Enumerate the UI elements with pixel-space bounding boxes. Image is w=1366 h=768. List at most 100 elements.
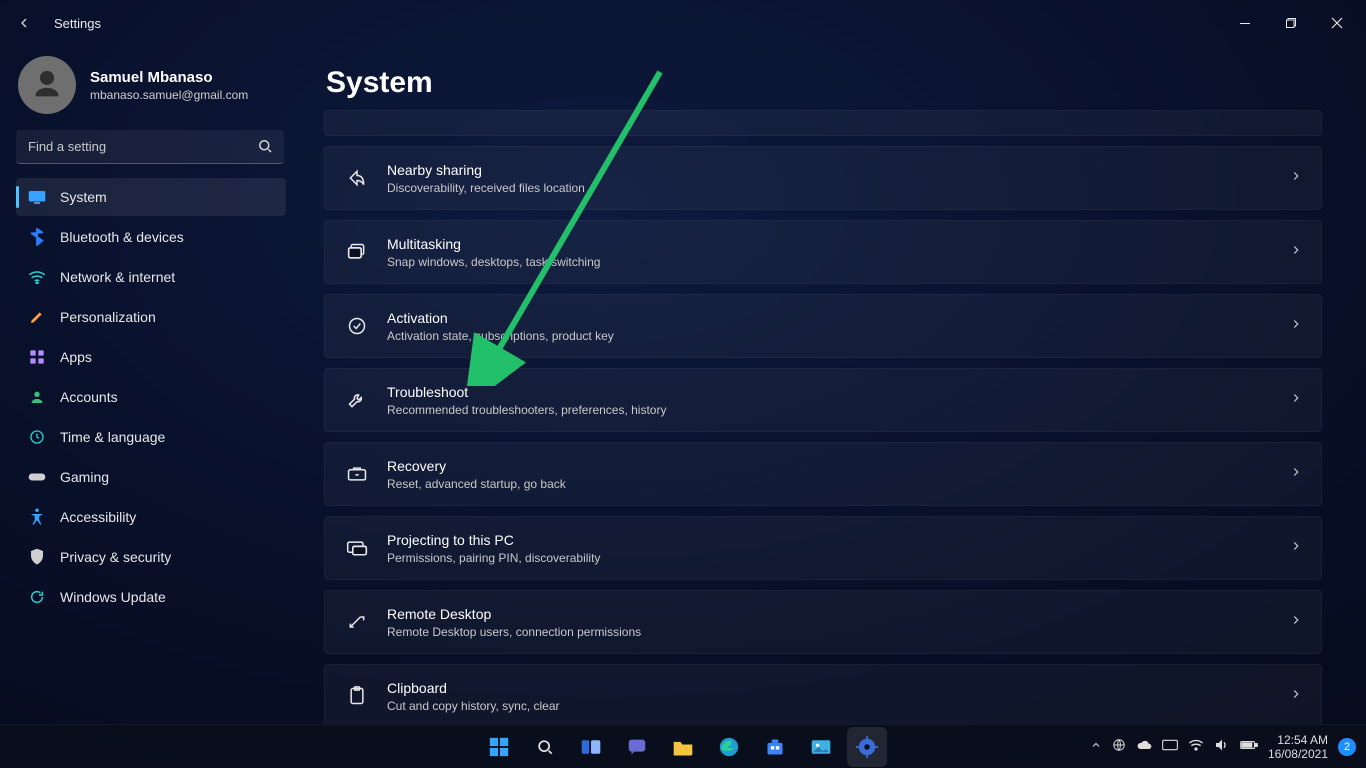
- sidebar-item-label: Time & language: [60, 429, 165, 445]
- card-title: Multitasking: [387, 236, 1289, 252]
- sidebar-item-label: Windows Update: [60, 589, 166, 605]
- wifi-icon[interactable]: [1188, 739, 1204, 754]
- close-icon: [1331, 17, 1343, 29]
- sidebar-item-personalization[interactable]: Personalization: [16, 298, 286, 336]
- chat-button[interactable]: [617, 727, 657, 767]
- chat-icon: [626, 736, 648, 758]
- settings-window: Settings Samuel Mbanaso mbanaso.sa: [0, 0, 1366, 768]
- display-icon: [28, 188, 46, 206]
- sidebar-item-privacy[interactable]: Privacy & security: [16, 538, 286, 576]
- sidebar-item-label: Accessibility: [60, 509, 136, 525]
- edge-button[interactable]: [709, 727, 749, 767]
- system-item-nearby[interactable]: Nearby sharing Discoverability, received…: [324, 146, 1322, 210]
- sidebar-item-network[interactable]: Network & internet: [16, 258, 286, 296]
- system-item-multitasking[interactable]: Multitasking Snap windows, desktops, tas…: [324, 220, 1322, 284]
- search-input[interactable]: [16, 130, 284, 164]
- sync-icon: [28, 588, 46, 606]
- folder-icon: [672, 738, 694, 756]
- chevron-right-icon: [1289, 391, 1303, 410]
- card-desc: Snap windows, desktops, task switching: [387, 255, 1289, 269]
- card-title: Troubleshoot: [387, 384, 1289, 400]
- task-view-button[interactable]: [571, 727, 611, 767]
- tray-clock[interactable]: 12:54 AM 16/08/2021: [1268, 733, 1328, 761]
- taskbar: 12:54 AM 16/08/2021 2: [0, 724, 1366, 768]
- tray-time: 12:54 AM: [1268, 733, 1328, 747]
- sidebar-item-accessibility[interactable]: Accessibility: [16, 498, 286, 536]
- search-icon: [256, 137, 274, 160]
- avatar: [18, 56, 76, 114]
- back-button[interactable]: [8, 7, 40, 39]
- profile-name: Samuel Mbanaso: [90, 69, 248, 86]
- file-explorer-button[interactable]: [663, 727, 703, 767]
- sidebar-item-apps[interactable]: Apps: [16, 338, 286, 376]
- system-item-activation[interactable]: Activation Activation state, subscriptio…: [324, 294, 1322, 358]
- battery-icon[interactable]: [1240, 739, 1258, 754]
- tray-date: 16/08/2021: [1268, 747, 1328, 761]
- sidebar-item-time[interactable]: Time & language: [16, 418, 286, 456]
- system-item-clipboard[interactable]: Clipboard Cut and copy history, sync, cl…: [324, 664, 1322, 724]
- shield-icon: [28, 548, 46, 566]
- sidebar-nav: System Bluetooth & devices Network & int…: [16, 178, 286, 616]
- system-item-remote[interactable]: Remote Desktop Remote Desktop users, con…: [324, 590, 1322, 654]
- tray-language-icon[interactable]: [1112, 738, 1126, 755]
- page-title: System: [326, 66, 1322, 100]
- projecting-icon: [343, 539, 371, 557]
- chevron-right-icon: [1289, 317, 1303, 336]
- notifications-badge[interactable]: 2: [1338, 738, 1356, 756]
- clipboard-icon: [343, 686, 371, 706]
- main: System Nearby sharing Discoverability, r…: [300, 46, 1366, 724]
- sidebar-item-system[interactable]: System: [16, 178, 286, 216]
- task-view-icon: [580, 738, 602, 756]
- person-icon: [30, 68, 64, 102]
- gaming-icon: [28, 468, 46, 486]
- system-item-recovery[interactable]: Recovery Reset, advanced startup, go bac…: [324, 442, 1322, 506]
- card-texts: Remote Desktop Remote Desktop users, con…: [387, 606, 1289, 639]
- start-button[interactable]: [479, 727, 519, 767]
- card-texts: Nearby sharing Discoverability, received…: [387, 162, 1289, 195]
- volume-icon[interactable]: [1214, 738, 1230, 755]
- arrow-left-icon: [16, 15, 32, 31]
- card-desc: Remote Desktop users, connection permiss…: [387, 625, 1289, 639]
- onedrive-icon[interactable]: [1136, 739, 1152, 754]
- keyboard-icon[interactable]: [1162, 739, 1178, 754]
- sidebar-item-update[interactable]: Windows Update: [16, 578, 286, 616]
- close-button[interactable]: [1314, 7, 1360, 39]
- taskbar-search-button[interactable]: [525, 727, 565, 767]
- sidebar-item-bluetooth[interactable]: Bluetooth & devices: [16, 218, 286, 256]
- maximize-icon: [1285, 17, 1297, 29]
- system-item-partial-top[interactable]: [324, 110, 1322, 136]
- taskbar-center: [479, 727, 887, 767]
- maximize-button[interactable]: [1268, 7, 1314, 39]
- sidebar-item-accounts[interactable]: Accounts: [16, 378, 286, 416]
- titlebar: Settings: [0, 0, 1366, 46]
- system-list[interactable]: Nearby sharing Discoverability, received…: [324, 110, 1322, 724]
- clock-icon: [28, 428, 46, 446]
- chevron-up-icon[interactable]: [1090, 739, 1102, 754]
- sidebar-item-label: Apps: [60, 349, 92, 365]
- store-button[interactable]: [755, 727, 795, 767]
- chevron-right-icon: [1289, 613, 1303, 632]
- sidebar-item-label: Network & internet: [60, 269, 175, 285]
- system-item-projecting[interactable]: Projecting to this PC Permissions, pairi…: [324, 516, 1322, 580]
- remote-desktop-icon: [343, 613, 371, 631]
- chevron-right-icon: [1289, 687, 1303, 706]
- card-title: Activation: [387, 310, 1289, 326]
- chevron-right-icon: [1289, 465, 1303, 484]
- wifi-icon: [28, 268, 46, 286]
- photos-button[interactable]: [801, 727, 841, 767]
- apps-icon: [28, 348, 46, 366]
- system-tray: 12:54 AM 16/08/2021 2: [1090, 733, 1366, 761]
- card-desc: Permissions, pairing PIN, discoverabilit…: [387, 551, 1289, 565]
- minimize-button[interactable]: [1222, 7, 1268, 39]
- settings-button[interactable]: [847, 727, 887, 767]
- system-item-troubleshoot[interactable]: Troubleshoot Recommended troubleshooters…: [324, 368, 1322, 432]
- sidebar: Samuel Mbanaso mbanaso.samuel@gmail.com …: [0, 46, 300, 724]
- card-title: Recovery: [387, 458, 1289, 474]
- card-texts: Multitasking Snap windows, desktops, tas…: [387, 236, 1289, 269]
- card-title: Nearby sharing: [387, 162, 1289, 178]
- profile[interactable]: Samuel Mbanaso mbanaso.samuel@gmail.com: [18, 56, 286, 114]
- chevron-right-icon: [1289, 243, 1303, 262]
- card-desc: Recommended troubleshooters, preferences…: [387, 403, 1289, 417]
- card-texts: Projecting to this PC Permissions, pairi…: [387, 532, 1289, 565]
- sidebar-item-gaming[interactable]: Gaming: [16, 458, 286, 496]
